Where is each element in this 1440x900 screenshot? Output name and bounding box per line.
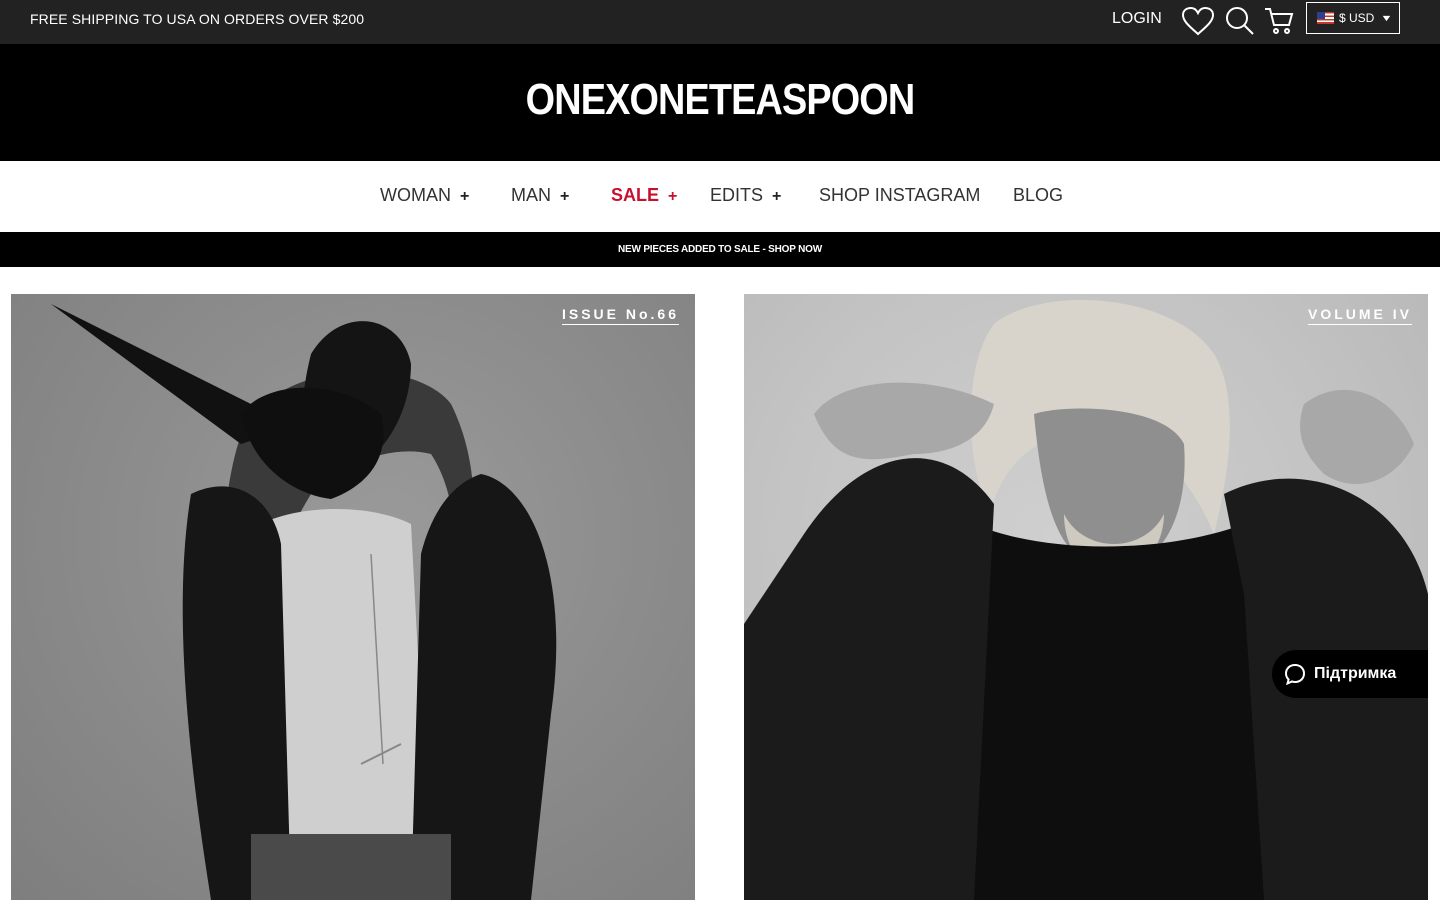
expand-plus-icon: + (772, 188, 782, 205)
cart-icon (1265, 8, 1294, 34)
top-utility-bar: FREE SHIPPING TO USA ON ORDERS OVER $200… (0, 0, 1440, 44)
editorial-photo-man (744, 300, 1428, 900)
editorial-tile-issue[interactable]: ISSUE No.66 (11, 294, 695, 900)
nav-item-woman[interactable]: WOMAN + (380, 185, 469, 206)
chat-bubble-icon (1284, 663, 1306, 685)
nav-item-shop-instagram[interactable]: SHOP INSTAGRAM (819, 185, 980, 206)
heart-icon (1181, 6, 1215, 36)
expand-plus-icon: + (560, 188, 570, 205)
nav-item-blog[interactable]: BLOG (1013, 185, 1063, 206)
support-chat-button[interactable]: Підтримка (1272, 650, 1428, 698)
currency-label: $ USD (1339, 11, 1375, 25)
nav-item-man[interactable]: MAN + (511, 185, 569, 206)
nav-item-edits[interactable]: EDITS + (710, 185, 781, 206)
free-shipping-notice: FREE SHIPPING TO USA ON ORDERS OVER $200 (30, 11, 365, 27)
us-flag-icon (1317, 12, 1334, 24)
issue-tag: ISSUE No.66 (561, 306, 679, 325)
header-logo-band: ONEXONETEASPOON (0, 44, 1440, 161)
nav-item-sale[interactable]: SALE + (611, 185, 677, 206)
volume-tag: VOLUME IV (1307, 306, 1412, 325)
expand-plus-icon: + (668, 188, 678, 205)
support-label: Підтримка (1314, 665, 1397, 682)
search-icon (1226, 7, 1254, 35)
nav-item-label: EDITS (710, 185, 764, 205)
currency-selector[interactable]: $ USD ▼ (1306, 2, 1400, 34)
chevron-down-icon: ▼ (1380, 13, 1394, 23)
expand-plus-icon: + (460, 188, 470, 205)
nav-item-label: BLOG (1013, 185, 1064, 205)
brand-logo[interactable]: ONEXONETEASPOON (101, 75, 1339, 125)
nav-item-label: MAN (511, 185, 551, 205)
editorial-tile-volume[interactable]: VOLUME IV (744, 294, 1428, 900)
cart-button[interactable] (1261, 4, 1297, 38)
nav-item-label: SHOP INSTAGRAM (819, 185, 981, 205)
wishlist-button[interactable] (1180, 4, 1216, 38)
sale-announcement-bar[interactable]: NEW PIECES ADDED TO SALE - SHOP NOW (0, 232, 1440, 267)
editorial-photo-woman (51, 304, 557, 900)
main-navigation: WOMAN + MAN + SALE + EDITS + SHOP INSTAGRAM … (0, 161, 1440, 232)
nav-item-label: WOMAN (380, 185, 451, 205)
login-link[interactable]: LOGIN (1112, 10, 1162, 28)
nav-item-label: SALE (611, 185, 660, 205)
search-button[interactable] (1222, 4, 1258, 38)
